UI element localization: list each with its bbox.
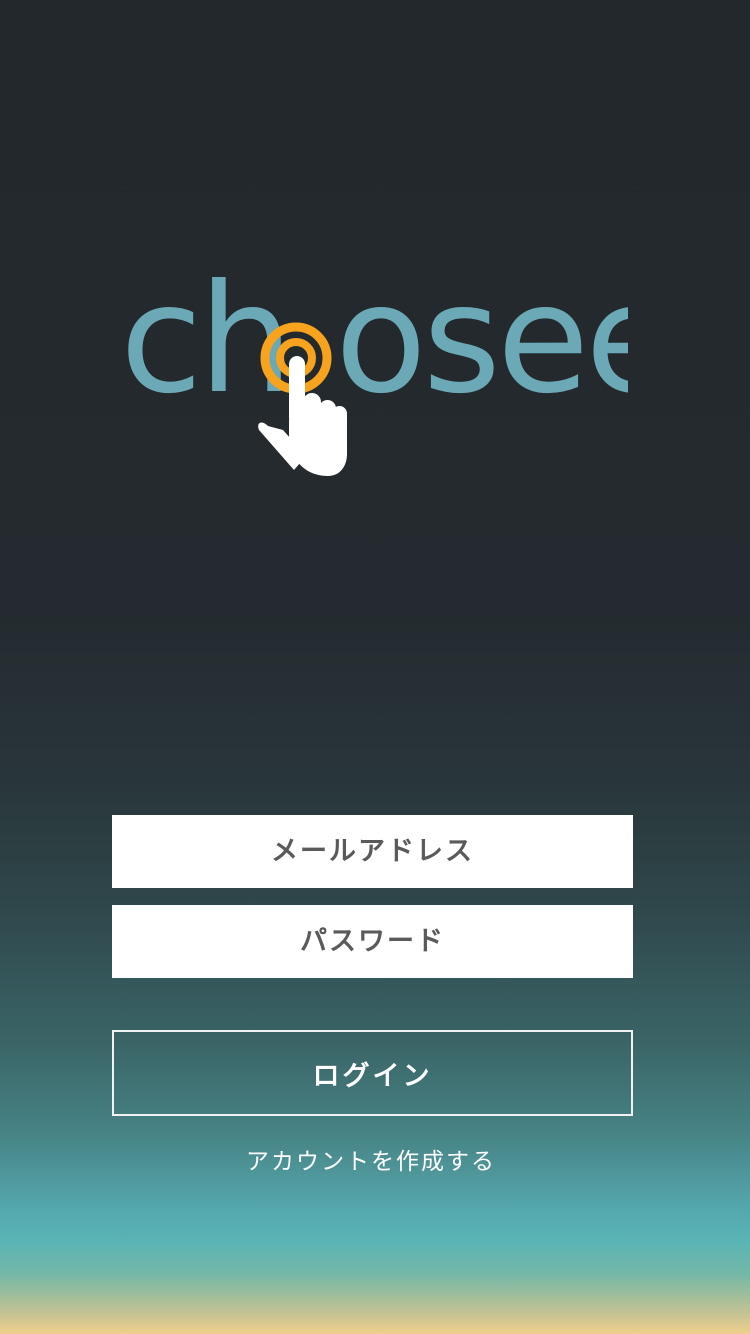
create-account-label: アカウントを作成する xyxy=(246,1149,496,1175)
login-screen: ch osee ログイン アカウントを作成する xyxy=(0,0,750,1334)
create-account-link[interactable]: アカウントを作成する xyxy=(0,1142,742,1176)
app-logo: ch osee xyxy=(118,270,628,485)
login-button[interactable]: ログイン xyxy=(112,1030,633,1116)
login-button-label: ログイン xyxy=(312,1060,433,1092)
email-field[interactable] xyxy=(112,815,633,888)
password-field[interactable] xyxy=(112,905,633,978)
logo-text-right: osee xyxy=(335,270,628,427)
